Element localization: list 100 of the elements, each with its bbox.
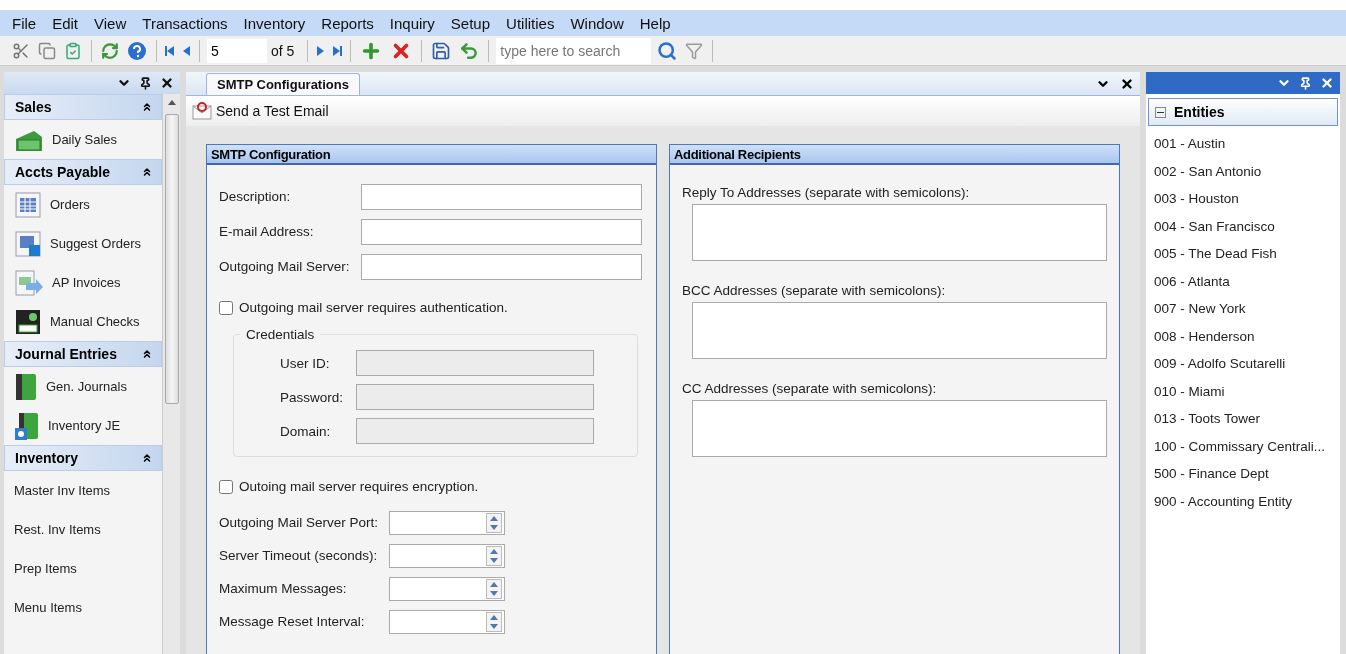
nav-item[interactable]: Suggest Orders bbox=[50, 236, 142, 251]
nav-item[interactable]: Manual Checks bbox=[50, 314, 140, 329]
spin-up-icon[interactable] bbox=[490, 614, 498, 620]
text-field[interactable] bbox=[360, 183, 642, 210]
entity-item[interactable]: 004 - San Francisco bbox=[1146, 212, 1340, 240]
scroll-thumb[interactable] bbox=[164, 114, 179, 404]
collapse-icon[interactable] bbox=[141, 452, 153, 464]
entity-item[interactable]: 100 - Commissary Centrali... bbox=[1146, 432, 1340, 460]
last-record-button[interactable] bbox=[331, 43, 344, 58]
field-label: Server Timeout (seconds): bbox=[219, 548, 379, 563]
nav-item[interactable]: Master Inv Items bbox=[14, 483, 111, 498]
group-title: Accts Payable bbox=[15, 164, 110, 180]
nav-item[interactable]: Prep Items bbox=[14, 561, 77, 576]
book-icon bbox=[14, 371, 38, 402]
menu-item[interactable]: Inventory bbox=[235, 14, 314, 32]
collapse-icon[interactable] bbox=[1155, 106, 1166, 118]
entity-item[interactable]: 003 - Houston bbox=[1146, 185, 1340, 213]
field-label: BCC Addresses (separate with semicolons): bbox=[682, 283, 947, 298]
spin-down-icon[interactable] bbox=[490, 623, 498, 629]
spin-up-icon[interactable] bbox=[490, 515, 498, 521]
nav-item[interactable]: Inventory JE bbox=[48, 418, 121, 433]
collapse-icon[interactable] bbox=[141, 101, 153, 113]
field-label: User ID: bbox=[280, 355, 331, 371]
number-field[interactable] bbox=[389, 543, 505, 568]
entity-item[interactable]: 009 - Adolfo Scutarelli bbox=[1146, 350, 1340, 378]
menu-item[interactable]: Transactions bbox=[134, 14, 236, 32]
menu-item[interactable]: Reports bbox=[313, 14, 382, 32]
entity-item[interactable]: 005 - The Dead Fish bbox=[1146, 240, 1340, 268]
menu-item[interactable]: File bbox=[4, 14, 45, 32]
entity-item[interactable]: 007 - New York bbox=[1146, 295, 1340, 323]
spin-down-icon[interactable] bbox=[490, 524, 498, 530]
menu-item[interactable]: Utilities bbox=[498, 14, 563, 32]
text-area[interactable] bbox=[692, 204, 1107, 261]
entity-item[interactable]: 900 - Accounting Entity bbox=[1146, 487, 1340, 515]
number-field[interactable] bbox=[389, 510, 505, 535]
menu-item[interactable]: View bbox=[86, 14, 135, 32]
collapse-icon[interactable] bbox=[141, 348, 153, 360]
checks-icon bbox=[14, 307, 42, 336]
field-label: Outgoing Mail Server: bbox=[219, 259, 351, 274]
pin-icon[interactable] bbox=[139, 76, 152, 90]
text-field[interactable] bbox=[360, 253, 642, 280]
field-label: Maximum Messages: bbox=[219, 581, 348, 596]
field-label: Reply To Addresses (separate with semicolons): bbox=[682, 185, 971, 200]
group-title: Journal Entries bbox=[15, 346, 117, 362]
entity-item[interactable]: 013 - Toots Tower bbox=[1146, 405, 1340, 433]
checkbox-label: Outoing mail server requires encryption. bbox=[239, 479, 479, 494]
close-icon[interactable] bbox=[1120, 77, 1134, 91]
group-header[interactable]: Accts Payable bbox=[4, 159, 162, 185]
document-tab[interactable]: SMTP Configurations bbox=[206, 73, 360, 95]
spin-up-icon[interactable] bbox=[490, 581, 498, 587]
menu-item[interactable]: Edit bbox=[44, 14, 87, 32]
field-label: Domain: bbox=[280, 423, 332, 439]
group-header[interactable]: Journal Entries bbox=[4, 341, 162, 367]
nav-item[interactable]: AP Invoices bbox=[52, 275, 121, 290]
record-field[interactable]: 5 bbox=[207, 38, 267, 63]
first-record-button[interactable] bbox=[164, 43, 176, 58]
table-help-icon bbox=[14, 229, 42, 258]
table-icon bbox=[14, 190, 42, 219]
panel-title: Additional Recipients bbox=[670, 145, 1119, 165]
close-icon[interactable] bbox=[160, 76, 174, 90]
menu-item[interactable]: Window bbox=[562, 14, 632, 32]
group-title: Sales bbox=[15, 99, 52, 115]
checkbox[interactable] bbox=[219, 300, 233, 315]
envelope-icon bbox=[192, 102, 212, 120]
spin-down-icon[interactable] bbox=[490, 557, 498, 563]
send-test-email-button[interactable]: Send a Test Email bbox=[192, 102, 329, 120]
entity-item[interactable]: 010 - Miami bbox=[1146, 377, 1340, 405]
nav-item[interactable]: Daily Sales bbox=[52, 132, 118, 147]
text-area[interactable] bbox=[692, 302, 1107, 359]
search-field[interactable]: type here to search bbox=[496, 37, 652, 64]
book-gear-icon bbox=[14, 410, 40, 441]
number-field[interactable] bbox=[389, 576, 505, 601]
group-header[interactable]: Inventory bbox=[4, 445, 162, 471]
menu-item[interactable]: Inquiry bbox=[381, 14, 443, 32]
scroll-up-icon[interactable] bbox=[166, 98, 177, 106]
text-field[interactable] bbox=[360, 218, 642, 245]
checkbox[interactable] bbox=[219, 479, 233, 494]
nav-item[interactable]: Orders bbox=[50, 197, 90, 212]
entity-item[interactable]: 006 - Atlanta bbox=[1146, 267, 1340, 295]
entity-item[interactable]: 002 - San Antonio bbox=[1146, 157, 1340, 185]
field-label: Message Reset Interval: bbox=[219, 614, 366, 629]
text-area[interactable] bbox=[692, 400, 1107, 457]
entity-item[interactable]: 001 - Austin bbox=[1146, 130, 1340, 158]
collapse-icon[interactable] bbox=[141, 166, 153, 178]
nav-item[interactable]: Menu Items bbox=[14, 600, 82, 615]
group-header[interactable]: Sales bbox=[4, 94, 162, 120]
nav-item[interactable]: Rest. Inv Items bbox=[14, 522, 101, 537]
menu-item[interactable]: Help bbox=[631, 14, 679, 32]
checkbox-label: Outgoing mail server requires authentication. bbox=[239, 300, 508, 315]
field-label: Description: bbox=[219, 189, 292, 204]
document-arrow-icon bbox=[14, 268, 44, 297]
entities-header[interactable]: Entities bbox=[1148, 98, 1338, 126]
entity-item[interactable]: 500 - Finance Dept bbox=[1146, 460, 1340, 488]
menu-item[interactable]: Setup bbox=[442, 14, 499, 32]
spin-up-icon[interactable] bbox=[490, 548, 498, 554]
nav-item[interactable]: Gen. Journals bbox=[46, 379, 127, 394]
spin-down-icon[interactable] bbox=[490, 590, 498, 596]
entity-item[interactable]: 008 - Henderson bbox=[1146, 322, 1340, 350]
number-field[interactable] bbox=[389, 609, 505, 634]
field-label: CC Addresses (separate with semicolons): bbox=[682, 381, 938, 396]
